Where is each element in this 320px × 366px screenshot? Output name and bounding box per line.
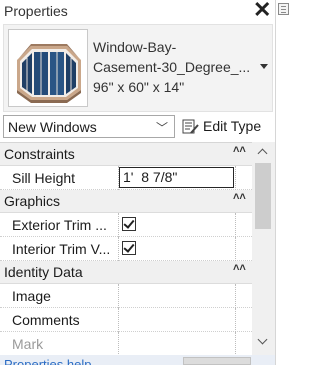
palette-footer: Properties help (0, 355, 275, 365)
property-row-sill-height: Sill Height 1' 8 7/8" (0, 166, 252, 190)
chevron-down-icon: ﹀ (155, 121, 168, 135)
property-row-image[interactable]: Image (0, 284, 252, 308)
instance-filter-value: New Windows (8, 119, 97, 135)
exterior-trim-checkbox[interactable] (122, 217, 136, 231)
type-name-line: Window-Bay- (93, 39, 177, 55)
property-row-interior-trim: Interior Trim V... (0, 237, 252, 261)
sill-height-input[interactable]: 1' 8 7/8" (119, 167, 234, 188)
collapse-icon[interactable]: ˄˄ (233, 262, 246, 274)
sill-height-value: 1' 8 7/8" (123, 169, 178, 185)
property-label: Mark (12, 336, 44, 352)
palette-titlebar[interactable]: Properties ✕ (0, 0, 275, 24)
instance-filter-select[interactable]: New Windows ﹀ (3, 115, 175, 138)
grid-scrollbar[interactable] (252, 142, 275, 365)
apply-button[interactable] (183, 357, 251, 365)
property-label: Interior Trim V... (12, 241, 111, 257)
edit-type-button[interactable]: Edit Type (180, 115, 273, 138)
browser-icon[interactable] (278, 3, 289, 15)
group-constraints[interactable]: Constraints ˄˄ (0, 143, 252, 166)
bay-window-icon (8, 29, 88, 107)
property-row-exterior-trim: Exterior Trim ... (0, 213, 252, 237)
group-identity-data[interactable]: Identity Data ˄˄ (0, 261, 252, 284)
adjacent-panel-edge (276, 0, 295, 365)
close-icon[interactable]: ✕ (253, 0, 271, 22)
group-graphics[interactable]: Graphics ˄˄ (0, 190, 252, 213)
property-label: Sill Height (12, 170, 76, 186)
scroll-down-icon[interactable] (252, 333, 275, 353)
group-label: Constraints (4, 146, 75, 162)
property-row-mark[interactable]: Mark (0, 332, 252, 356)
edit-type-icon (182, 119, 199, 134)
type-size-line: 96" x 60" x 14" (93, 79, 185, 95)
dropdown-arrow-icon[interactable] (260, 64, 268, 69)
properties-grid: Constraints ˄˄ Sill Height 1' 8 7/8" Gra… (0, 142, 252, 366)
group-label: Identity Data (4, 264, 83, 280)
property-row-comments[interactable]: Comments (0, 308, 252, 332)
properties-help-link[interactable]: Properties help (4, 356, 91, 365)
group-label: Graphics (4, 193, 61, 209)
property-label: Exterior Trim ... (12, 217, 107, 233)
scroll-thumb[interactable] (255, 163, 271, 229)
instance-filter-row: New Windows ﹀ Edit Type (0, 114, 275, 140)
type-selector[interactable]: Window-Bay- Casement-30_Degree_... 96" x… (3, 24, 273, 112)
collapse-icon[interactable]: ˄˄ (233, 144, 246, 156)
property-label: Image (12, 288, 51, 304)
collapse-icon[interactable]: ˄˄ (233, 191, 246, 203)
properties-palette: Properties ✕ Window-Bay- Casement-30_Deg (0, 0, 276, 365)
type-name-line: Casement-30_Degree_... (93, 59, 251, 75)
edit-type-label: Edit Type (203, 118, 262, 134)
type-name: Window-Bay- Casement-30_Degree_... 96" x… (93, 37, 250, 97)
palette-title: Properties (4, 3, 68, 19)
interior-trim-checkbox[interactable] (122, 241, 136, 255)
scroll-up-icon[interactable] (252, 142, 275, 162)
property-label: Comments (12, 312, 80, 328)
